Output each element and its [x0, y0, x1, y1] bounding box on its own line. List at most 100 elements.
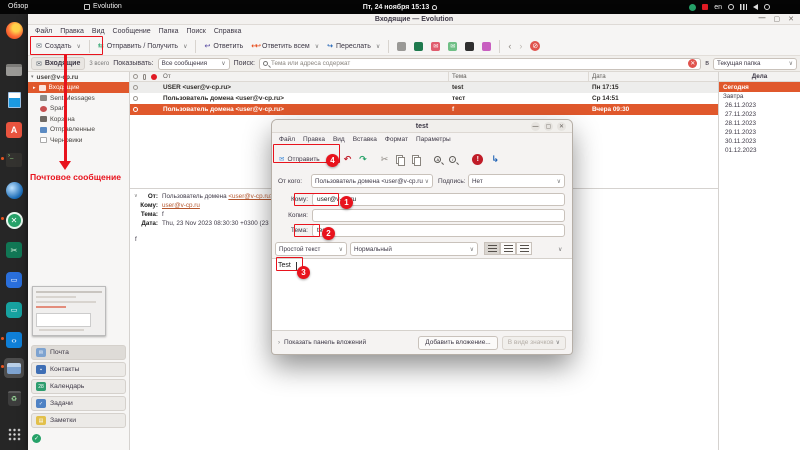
maximize-icon[interactable]: ▢: [544, 122, 553, 131]
menu-file[interactable]: Файл: [31, 28, 56, 35]
dock-icon-libreoffice-writer[interactable]: [4, 90, 24, 110]
dock-icon-chat-blue[interactable]: ▭: [4, 270, 24, 290]
dock-show-apps-button[interactable]: [4, 424, 24, 444]
menu-edit[interactable]: Правка: [56, 28, 88, 35]
unread-icon[interactable]: [133, 85, 138, 90]
redo-icon[interactable]: ↷: [359, 154, 367, 165]
sidebar-folder-drafts[interactable]: Черновики: [28, 135, 129, 146]
message-row[interactable]: Пользователь домена <user@v-cp.ru> тест …: [130, 93, 718, 104]
keyboard-layout-indicator[interactable]: en: [714, 4, 722, 11]
tasks-header[interactable]: Дела: [719, 72, 800, 82]
forward-button[interactable]: ↪ Переслать ∨: [323, 40, 384, 52]
menu-file[interactable]: Файл: [275, 136, 299, 143]
preview-to-value[interactable]: user@v-cp.ru: [162, 202, 200, 209]
switcher-memos-button[interactable]: ▤Заметки: [31, 413, 126, 428]
subject-input[interactable]: test: [312, 224, 565, 237]
list-header[interactable]: От Тема Дата: [130, 72, 718, 82]
menu-edit[interactable]: Правка: [299, 136, 329, 143]
sidebar-folder-inbox[interactable]: ▸ Входящие: [28, 82, 129, 93]
menu-view[interactable]: Вид: [329, 136, 349, 143]
format-mode-dropdown[interactable]: Простой текст ∨: [275, 242, 347, 256]
close-icon[interactable]: ✕: [788, 15, 794, 23]
maximize-icon[interactable]: ▢: [774, 15, 781, 23]
reply-button[interactable]: ↩ Ответить: [200, 40, 247, 52]
dock-icon-files[interactable]: [4, 60, 24, 80]
tasks-date-row[interactable]: 29.11.2023: [719, 128, 800, 137]
column-date[interactable]: Дата: [592, 72, 606, 81]
menu-help[interactable]: Справка: [210, 28, 245, 35]
tasks-date-row[interactable]: 27.11.2023: [719, 110, 800, 119]
priority-icon[interactable]: !: [472, 154, 483, 165]
cancel-button[interactable]: ⊘: [526, 39, 544, 53]
show-filter-dropdown[interactable]: Все сообщения ∨: [158, 58, 230, 70]
tasks-tomorrow-row[interactable]: Завтра: [719, 92, 800, 101]
sidebar-folder-sent-messages[interactable]: Sent Messages: [28, 93, 129, 104]
find-icon[interactable]: A: [434, 156, 441, 163]
align-right-button[interactable]: [516, 242, 532, 255]
minimize-icon[interactable]: —: [759, 15, 766, 23]
system-tray[interactable]: en: [689, 0, 770, 14]
signature-dropdown[interactable]: Нет ∨: [468, 174, 565, 188]
junk-button[interactable]: ✉: [427, 40, 444, 53]
menu-insert[interactable]: Вставка: [349, 136, 381, 143]
dock-icon-winbox[interactable]: [4, 180, 24, 200]
undo-icon[interactable]: ↶: [344, 154, 352, 165]
chevron-down-icon[interactable]: ∨: [558, 246, 562, 253]
dock-icon-mail-client-active[interactable]: [4, 358, 24, 378]
compose-titlebar[interactable]: test — ▢ ✕: [272, 120, 572, 133]
cut-icon[interactable]: ✂: [381, 154, 389, 165]
search-input[interactable]: Тема или адреса содержат ✕: [259, 58, 701, 70]
unread-icon[interactable]: [133, 107, 138, 112]
tasks-today-row[interactable]: Сегодня: [719, 82, 800, 92]
message-row-selected[interactable]: Пользователь домена <user@v-cp.ru> f Вче…: [130, 104, 718, 115]
expander-icon[interactable]: ›: [278, 340, 280, 346]
find-replace-icon[interactable]: /: [449, 156, 456, 163]
dock-icon-trash[interactable]: ♻: [4, 388, 24, 408]
account-row[interactable]: ▾ user@v-cp.ru: [28, 72, 129, 82]
minimize-icon[interactable]: —: [531, 122, 540, 131]
add-attachment-button[interactable]: Добавить вложение...: [418, 336, 497, 350]
sidebar-folder-spam[interactable]: Spam: [28, 104, 129, 115]
sidebar-folder-outbox[interactable]: Отправленные: [28, 125, 129, 136]
clear-search-icon[interactable]: ✕: [688, 59, 697, 68]
previous-message-button[interactable]: ‹: [504, 39, 515, 53]
archive-button[interactable]: [410, 40, 427, 53]
chevron-down-icon[interactable]: ∨: [376, 43, 380, 50]
clock-menu[interactable]: Пт, 24 ноября 15:13: [0, 0, 800, 14]
mark-button[interactable]: [478, 40, 495, 53]
dock-icon-xshell[interactable]: ✂: [4, 240, 24, 260]
request-read-receipt-icon[interactable]: ↳: [491, 154, 499, 165]
message-row[interactable]: USER <user@v-cp.ru> test Пн 17:15: [130, 82, 718, 93]
align-center-button[interactable]: [500, 242, 516, 255]
copy-icon[interactable]: [396, 155, 404, 164]
tasks-date-row[interactable]: 30.11.2023: [719, 137, 800, 146]
menu-view[interactable]: Вид: [88, 28, 109, 35]
from-dropdown[interactable]: Пользователь домена <user@v-cp.ru> ∨: [311, 174, 433, 188]
tasks-date-row[interactable]: 01.12.2023: [719, 146, 800, 155]
switcher-contacts-button[interactable]: ▪Контакты: [31, 362, 126, 377]
paragraph-style-dropdown[interactable]: Нормальный ∨: [350, 242, 478, 256]
expander-icon[interactable]: ▸: [33, 85, 36, 91]
attachments-toggle[interactable]: Показать панель вложений: [284, 339, 366, 346]
chevron-down-icon[interactable]: ∨: [183, 43, 187, 50]
dock-icon-green-app[interactable]: ✕: [4, 210, 24, 230]
column-subject[interactable]: Тема: [452, 72, 467, 81]
send-receive-button[interactable]: ⇆ Отправить / Получить ∨: [94, 40, 192, 52]
dock-icon-chat-teal[interactable]: ▭: [4, 300, 24, 320]
menu-folder[interactable]: Папка: [155, 28, 183, 35]
dock-icon-software-store[interactable]: A: [4, 120, 24, 140]
dock-icon-firefox[interactable]: [4, 20, 24, 40]
view-mode-button[interactable]: В виде значков ∨: [502, 336, 566, 350]
reply-all-button[interactable]: ↩↩ Ответить всем ∨: [247, 40, 323, 52]
dock-icon-terminal[interactable]: ›_: [4, 150, 24, 170]
window-titlebar[interactable]: Входящие — Evolution — ▢ ✕: [28, 14, 800, 25]
print-button[interactable]: [393, 40, 410, 53]
menu-search[interactable]: Поиск: [182, 28, 209, 35]
align-left-button[interactable]: [484, 242, 500, 255]
paste-icon[interactable]: [412, 155, 420, 164]
sidebar-folder-trash[interactable]: Корзина: [28, 114, 129, 125]
switcher-calendar-button[interactable]: 28Календарь: [31, 379, 126, 394]
email-link[interactable]: <user@v-cp.ru>: [228, 193, 273, 200]
switcher-tasks-button[interactable]: ✓Задачи: [31, 396, 126, 411]
tasks-date-row[interactable]: 28.11.2023: [719, 119, 800, 128]
